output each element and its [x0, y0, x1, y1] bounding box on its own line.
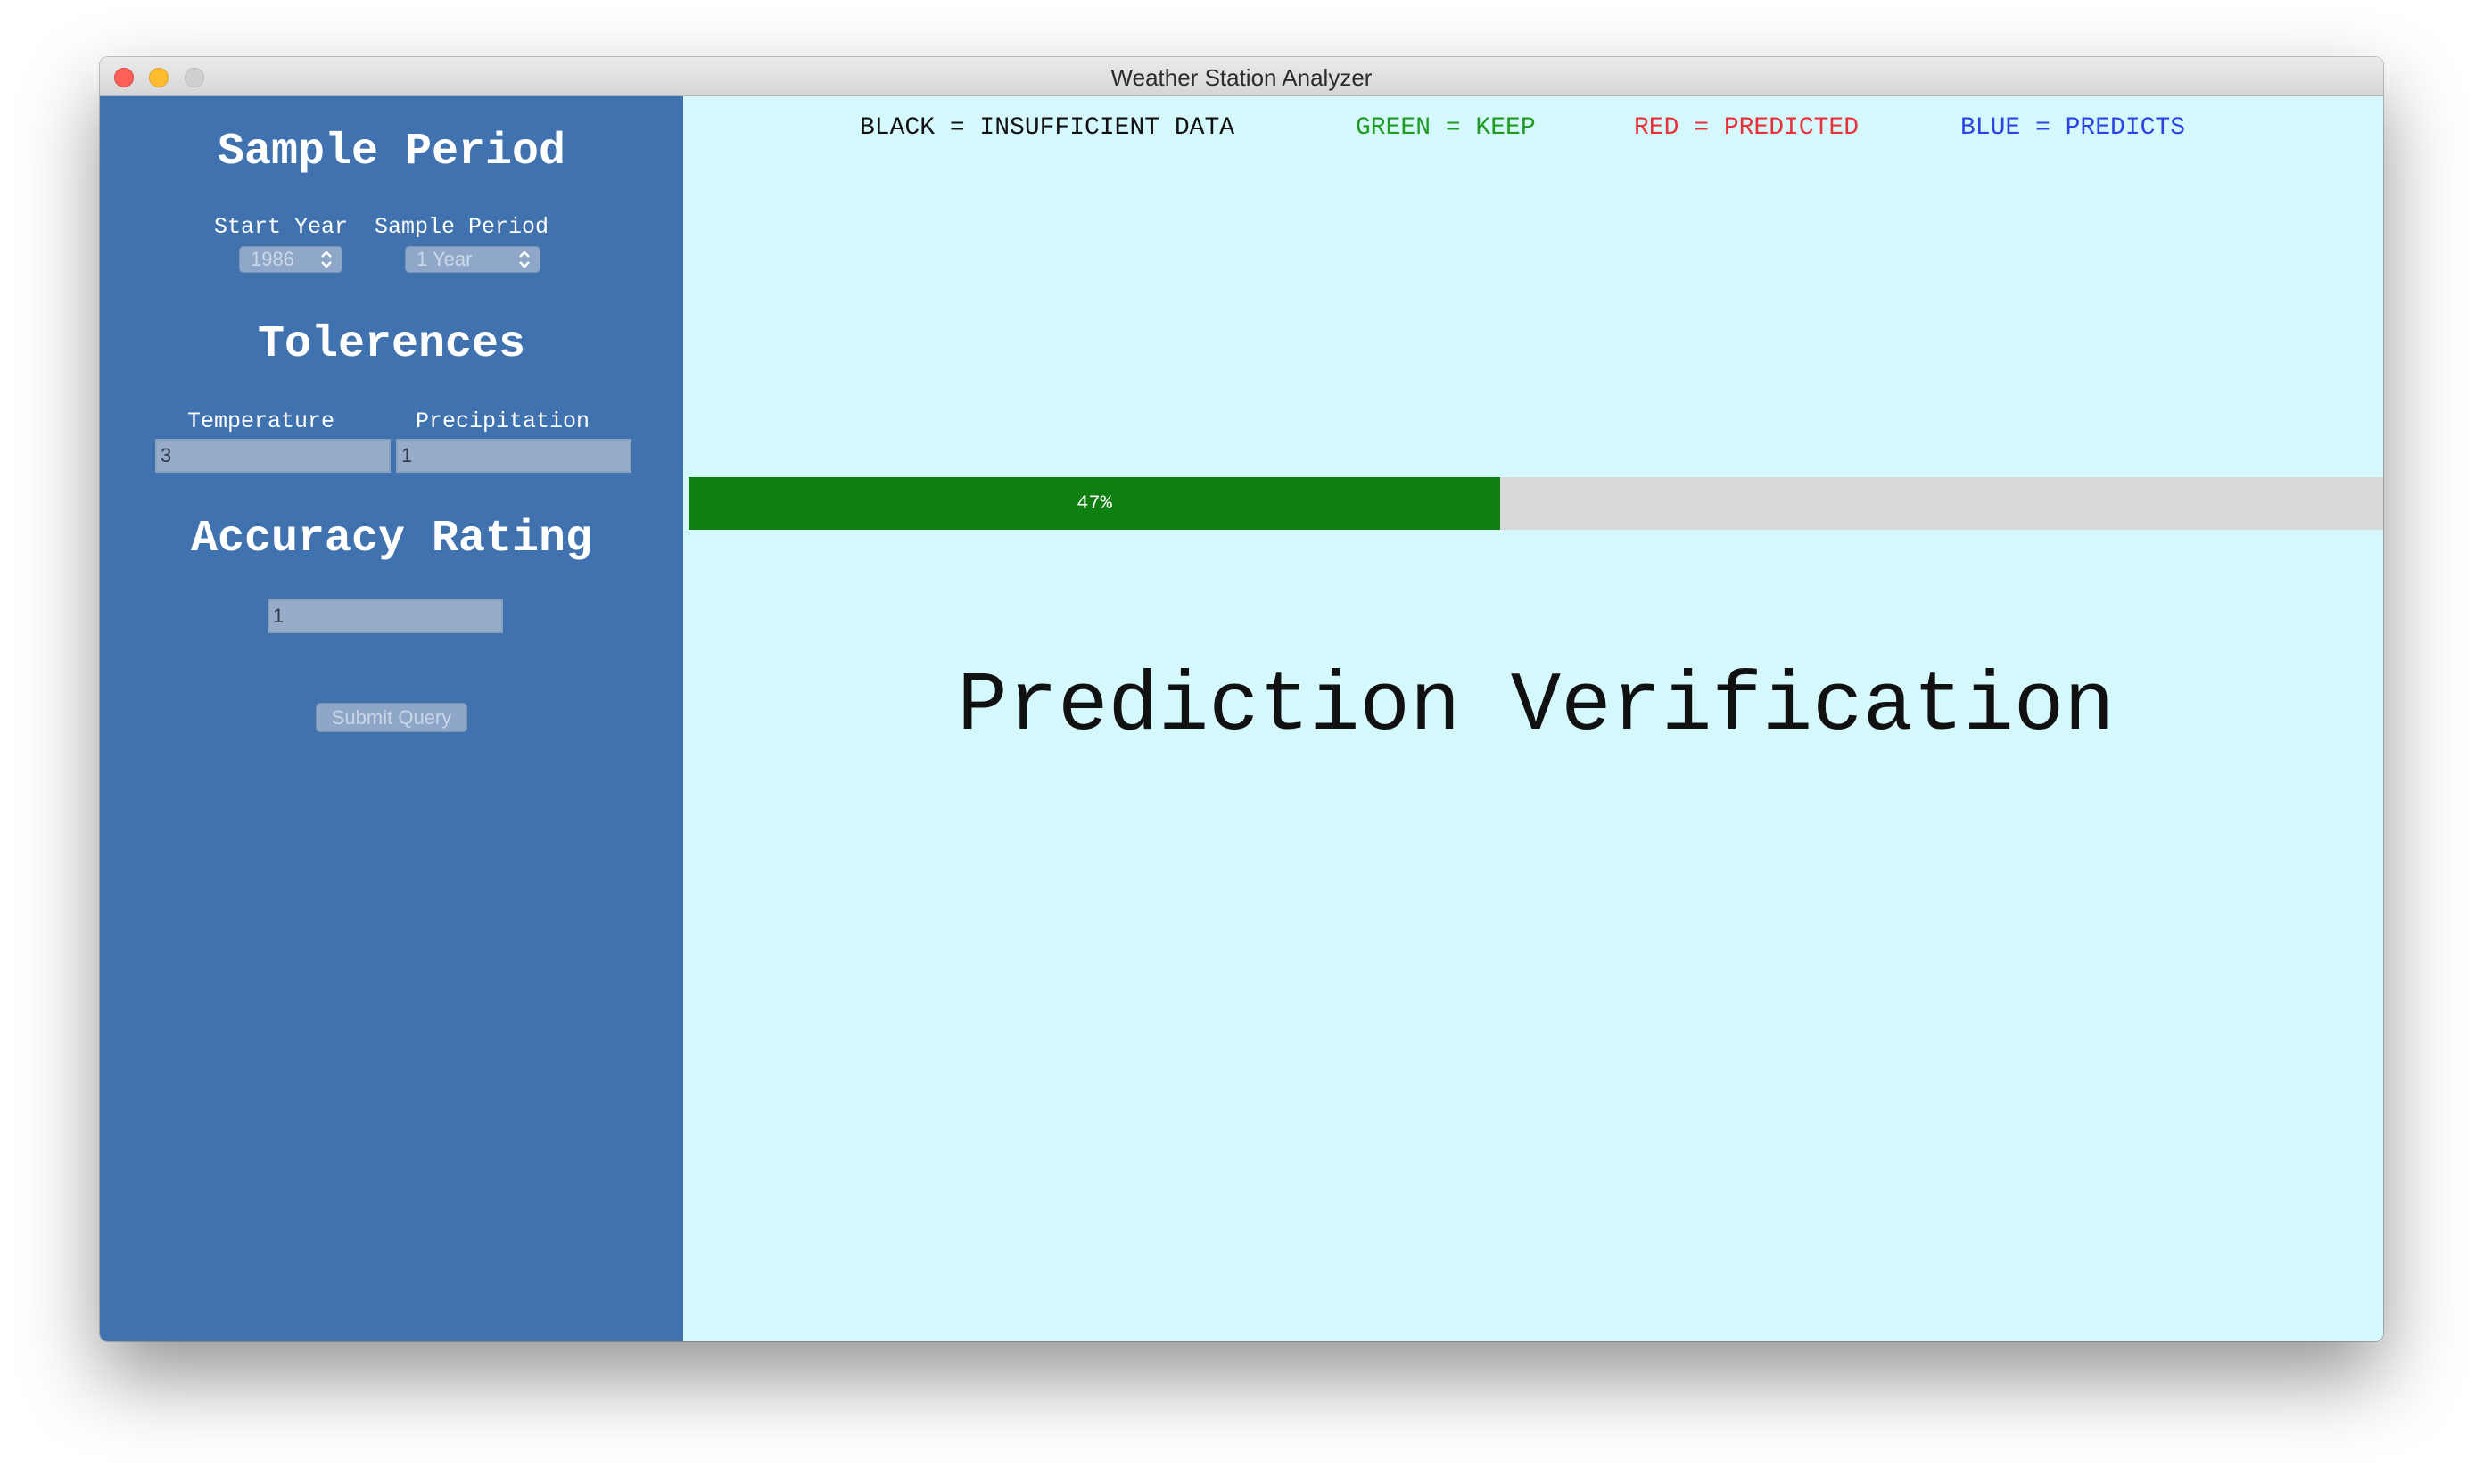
chevron-up-down-icon	[321, 251, 332, 268]
sample-period-label: Sample Period	[375, 214, 549, 240]
accuracy-rating-heading: Accuracy Rating	[190, 514, 593, 565]
sidebar: Sample Period Start Year Sample Period 1…	[100, 96, 683, 1341]
page-title: Prediction Verification	[957, 660, 2115, 754]
sample-period-select[interactable]: 1 Year	[405, 246, 540, 273]
accuracy-rating-input[interactable]	[268, 599, 503, 633]
legend-red: RED = PREDICTED	[1634, 114, 1860, 142]
legend-black: BLACK = INSUFFICIENT DATA	[860, 114, 1235, 142]
start-year-select[interactable]: 1986	[239, 246, 342, 273]
sample-period-heading: Sample Period	[217, 127, 566, 177]
legend-blue: BLUE = PREDICTS	[1960, 114, 2186, 142]
start-year-value: 1986	[251, 248, 294, 270]
legend-green: GREEN = KEEP	[1356, 114, 1536, 142]
tolerences-heading: Tolerences	[257, 319, 526, 370]
progress-label: 47%	[1077, 492, 1112, 515]
sample-period-value: 1 Year	[417, 248, 473, 270]
start-year-label: Start Year	[214, 214, 349, 240]
chevron-up-down-icon	[519, 251, 530, 268]
app-window: Weather Station Analyzer Sample Period S…	[100, 57, 2383, 1341]
window-title: Weather Station Analyzer	[1110, 64, 1373, 91]
precipitation-label: Precipitation	[416, 408, 590, 434]
submit-query-button[interactable]: Submit Query	[316, 703, 467, 732]
title-bar: Weather Station Analyzer	[100, 57, 2383, 96]
progress-bar: 47%	[689, 477, 2383, 530]
precipitation-input[interactable]	[396, 439, 631, 473]
temperature-input[interactable]	[155, 439, 391, 473]
main-panel: BLACK = INSUFFICIENT DATA GREEN = KEEP R…	[683, 96, 2383, 1341]
temperature-label: Temperature	[187, 408, 335, 434]
